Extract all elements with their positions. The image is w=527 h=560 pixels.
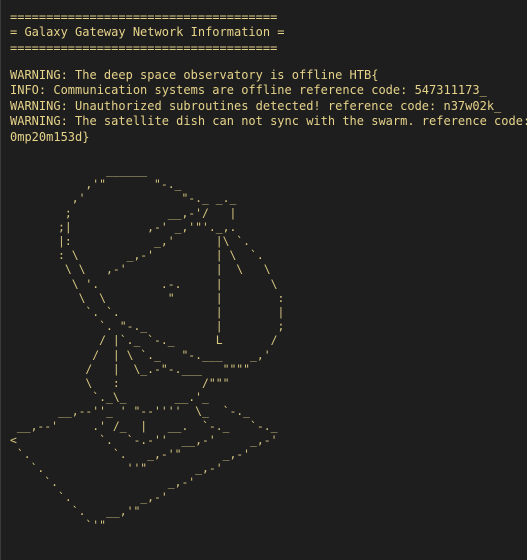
banner-border-top: ===================================== xyxy=(10,10,278,24)
log-line-warning-subroutines: WARNING: Unauthorized subroutines detect… xyxy=(10,98,502,113)
log-line-info-communication: INFO: Communication systems are offline … xyxy=(10,83,487,98)
banner-border-bottom: ===================================== xyxy=(10,40,278,55)
banner-title: = Galaxy Gateway Network Information = xyxy=(10,25,285,40)
banner-header: ===================================== = G… xyxy=(10,10,285,56)
terminal-window: ===================================== = G… xyxy=(0,0,527,560)
satellite-dish-ascii-art: ______ ,'" "-._ ,' "-._ _._ ; __,-'/ | ;… xyxy=(10,163,285,533)
log-line-warning-satellite: WARNING: The satellite dish can not sync… xyxy=(10,114,527,129)
log-line-warning-observatory: WARNING: The deep space observatory is o… xyxy=(10,68,379,82)
log-messages: WARNING: The deep space observatory is o… xyxy=(10,68,527,145)
log-line-wrapped-continuation: 0mp20m153d} xyxy=(10,129,90,144)
